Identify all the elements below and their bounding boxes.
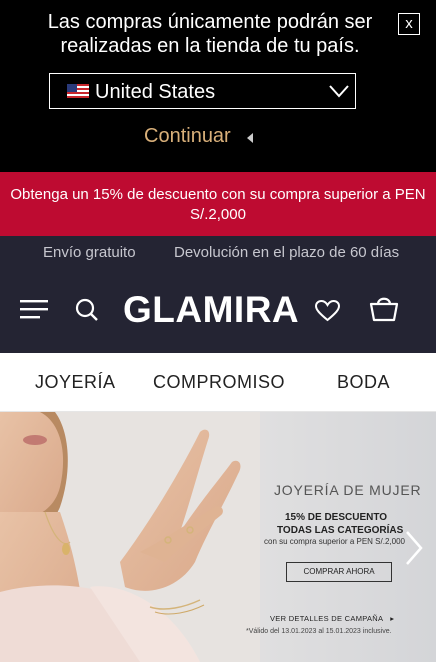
wishlist-heart-icon[interactable]: [315, 300, 340, 322]
campaign-details-label: VER DETALLES DE CAMPAÑA: [270, 614, 383, 623]
chevron-down-icon: [329, 85, 349, 98]
site-header: Envío gratuito Devolución en el plazo de…: [0, 236, 436, 353]
page: Las compras únicamente podrán ser realiz…: [0, 0, 436, 662]
nav-item-compromiso[interactable]: COMPROMISO: [153, 372, 285, 393]
validity-note: *Válido del 13.01.2023 al 15.01.2023 inc…: [246, 628, 392, 635]
main-nav: JOYERÍA COMPROMISO BODA: [0, 353, 436, 412]
campaign-details-link[interactable]: VER DETALLES DE CAMPAÑA ▸: [270, 614, 394, 623]
continue-button[interactable]: Continuar: [144, 123, 253, 149]
close-button[interactable]: x: [398, 13, 420, 35]
caret-right-icon: ▸: [390, 614, 395, 623]
nav-item-joyeria[interactable]: JOYERÍA: [35, 372, 116, 393]
hero-model-photo: [0, 412, 260, 662]
country-select-value: United States: [95, 81, 216, 103]
benefits-bar: Envío gratuito Devolución en el plazo de…: [0, 244, 436, 264]
country-message: Las compras únicamente podrán ser realiz…: [47, 11, 373, 57]
shop-now-button[interactable]: COMPRAR AHORA: [286, 562, 392, 582]
free-shipping-text[interactable]: Envío gratuito: [43, 244, 136, 261]
shopping-bag-icon[interactable]: [369, 294, 399, 322]
search-icon[interactable]: [75, 298, 99, 322]
hero-categories: TODAS LAS CATEGORÍAS: [277, 525, 404, 536]
hero-banner[interactable]: JOYERÍA DE MUJER 15% DE DESCUENTO TODAS …: [0, 412, 436, 662]
hero-condition: con su compra superior a PEN S/.2,000: [264, 537, 405, 546]
country-popup: Las compras únicamente podrán ser realiz…: [0, 0, 436, 172]
returns-text[interactable]: Devolución en el plazo de 60 días: [174, 244, 399, 261]
country-select[interactable]: United States: [49, 73, 356, 109]
hero-title: JOYERÍA DE MUJER: [274, 482, 422, 498]
hero-discount: 15% DE DESCUENTO: [285, 512, 388, 523]
caret-left-icon: [246, 132, 253, 143]
us-flag-icon: [67, 84, 89, 98]
promo-banner[interactable]: Obtenga un 15% de descuento con su compr…: [0, 172, 436, 236]
continue-label: Continuar: [144, 125, 231, 147]
hamburger-menu-icon[interactable]: [20, 298, 48, 320]
nav-item-boda[interactable]: BODA: [337, 372, 390, 393]
chevron-right-icon[interactable]: [404, 530, 424, 566]
glamira-logo[interactable]: GLAMIRA: [123, 288, 299, 332]
